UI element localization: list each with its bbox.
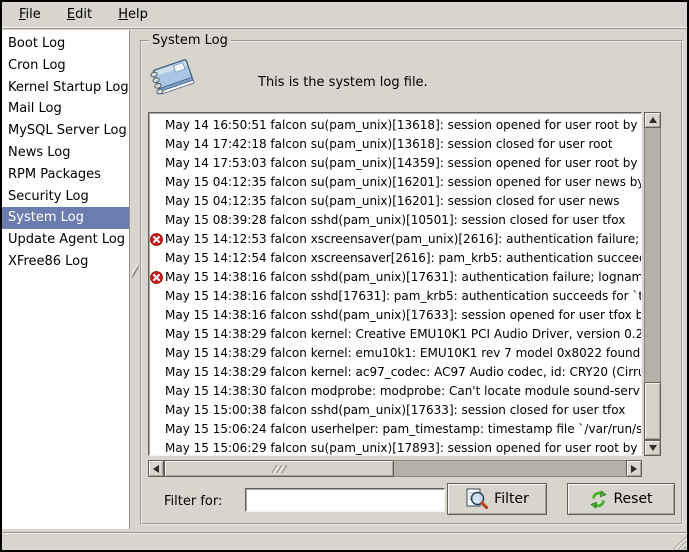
sidebar-item-mail-log[interactable]: Mail Log: [2, 98, 129, 120]
log-row[interactable]: May 14 17:42:18 falcon su(pam_unix)[1361…: [149, 135, 641, 154]
log-row[interactable]: May 15 08:39:28 falcon sshd(pam_unix)[10…: [149, 211, 641, 230]
sidebar-item-mysql-server-log[interactable]: MySQL Server Log: [2, 120, 129, 142]
vertical-scrollbar: [644, 112, 661, 456]
arrow-down-icon: [649, 445, 657, 451]
log-row[interactable]: May 15 14:12:54 falcon xscreensaver[2616…: [149, 249, 641, 268]
menubar: File Edit Help: [2, 2, 687, 29]
arrow-up-icon: [649, 117, 657, 123]
notebook-icon: [150, 54, 200, 102]
log-row[interactable]: May 15 14:12:53 falcon xscreensaver(pam_…: [149, 230, 641, 249]
log-row[interactable]: May 15 14:38:29 falcon kernel: emu10k1: …: [149, 344, 641, 363]
reset-refresh-icon: [589, 490, 608, 509]
reset-button[interactable]: Reset: [567, 483, 675, 515]
app-window: File Edit Help Boot Log Cron Log Kernel …: [0, 0, 689, 552]
log-description: This is the system log file.: [258, 75, 428, 90]
pane-splitter[interactable]: [131, 30, 140, 529]
filter-button-label: Filter: [494, 491, 529, 507]
log-row[interactable]: May 14 17:53:03 falcon su(pam_unix)[1435…: [149, 154, 641, 173]
sidebar-item-kernel-startup-log[interactable]: Kernel Startup Log: [2, 77, 129, 99]
sidebar-item-security-log[interactable]: Security Log: [2, 186, 129, 208]
scroll-up-button[interactable]: [644, 112, 661, 128]
log-row[interactable]: May 15 14:38:16 falcon sshd(pam_unix)[17…: [149, 268, 641, 287]
menu-help[interactable]: Help: [107, 2, 159, 28]
sidebar-item-cron-log[interactable]: Cron Log: [2, 55, 129, 77]
log-row[interactable]: May 14 16:50:51 falcon su(pam_unix)[1361…: [149, 116, 641, 135]
sidebar-item-xfree86-log[interactable]: XFree86 Log: [2, 251, 129, 273]
log-row[interactable]: May 15 14:38:16 falcon sshd[17631]: pam_…: [149, 287, 641, 306]
sidebar-item-rpm-packages[interactable]: RPM Packages: [2, 164, 129, 186]
sidebar-item-update-agent-log[interactable]: Update Agent Log: [2, 229, 129, 251]
magnifier-document-icon: [465, 488, 489, 511]
log-list: May 14 16:50:51 falcon su(pam_unix)[1361…: [148, 112, 642, 456]
scroll-down-button[interactable]: [644, 440, 661, 456]
log-row[interactable]: May 15 15:06:29 falcon su(pam_unix)[1789…: [149, 439, 641, 456]
error-icon: [150, 233, 163, 246]
arrow-left-icon: [153, 465, 159, 473]
sidebar-item-boot-log[interactable]: Boot Log: [2, 33, 129, 55]
log-type-list: Boot Log Cron Log Kernel Startup Log Mai…: [2, 30, 130, 529]
sidebar-item-system-log[interactable]: System Log: [2, 207, 129, 229]
hscroll-thumb[interactable]: [164, 460, 394, 477]
scroll-right-button[interactable]: [626, 460, 642, 477]
filter-label: Filter for:: [164, 494, 222, 509]
frame-title: System Log: [149, 33, 231, 48]
log-row[interactable]: May 15 14:38:16 falcon sshd(pam_unix)[17…: [149, 306, 641, 325]
log-row[interactable]: May 15 14:38:30 falcon modprobe: modprob…: [149, 382, 641, 401]
reset-button-label: Reset: [613, 491, 652, 507]
system-log-frame: System Log This is the system log file. …: [140, 40, 683, 525]
error-icon: [150, 271, 163, 284]
horizontal-scrollbar: [148, 460, 642, 477]
log-row[interactable]: May 15 14:38:29 falcon kernel: ac97_code…: [149, 363, 641, 382]
resize-grip[interactable]: [670, 533, 686, 549]
sidebar-item-news-log[interactable]: News Log: [2, 142, 129, 164]
log-row[interactable]: May 15 15:00:38 falcon sshd(pam_unix)[17…: [149, 401, 641, 420]
menu-edit[interactable]: Edit: [56, 2, 103, 28]
log-row[interactable]: May 15 04:12:35 falcon su(pam_unix)[1620…: [149, 173, 641, 192]
log-row[interactable]: May 15 04:12:35 falcon su(pam_unix)[1620…: [149, 192, 641, 211]
arrow-right-icon: [631, 465, 637, 473]
scroll-left-button[interactable]: [148, 460, 164, 477]
menu-file[interactable]: File: [8, 2, 52, 28]
filter-button[interactable]: Filter: [447, 483, 547, 515]
splitter-grip-icon: [131, 260, 140, 278]
log-row[interactable]: May 15 14:38:29 falcon kernel: Creative …: [149, 325, 641, 344]
status-bar: [2, 532, 687, 550]
thumb-grip-icon: [271, 464, 287, 474]
filter-input[interactable]: [245, 488, 445, 512]
log-row[interactable]: May 15 15:06:24 falcon userhelper: pam_t…: [149, 420, 641, 439]
vscroll-thumb[interactable]: [644, 382, 661, 440]
